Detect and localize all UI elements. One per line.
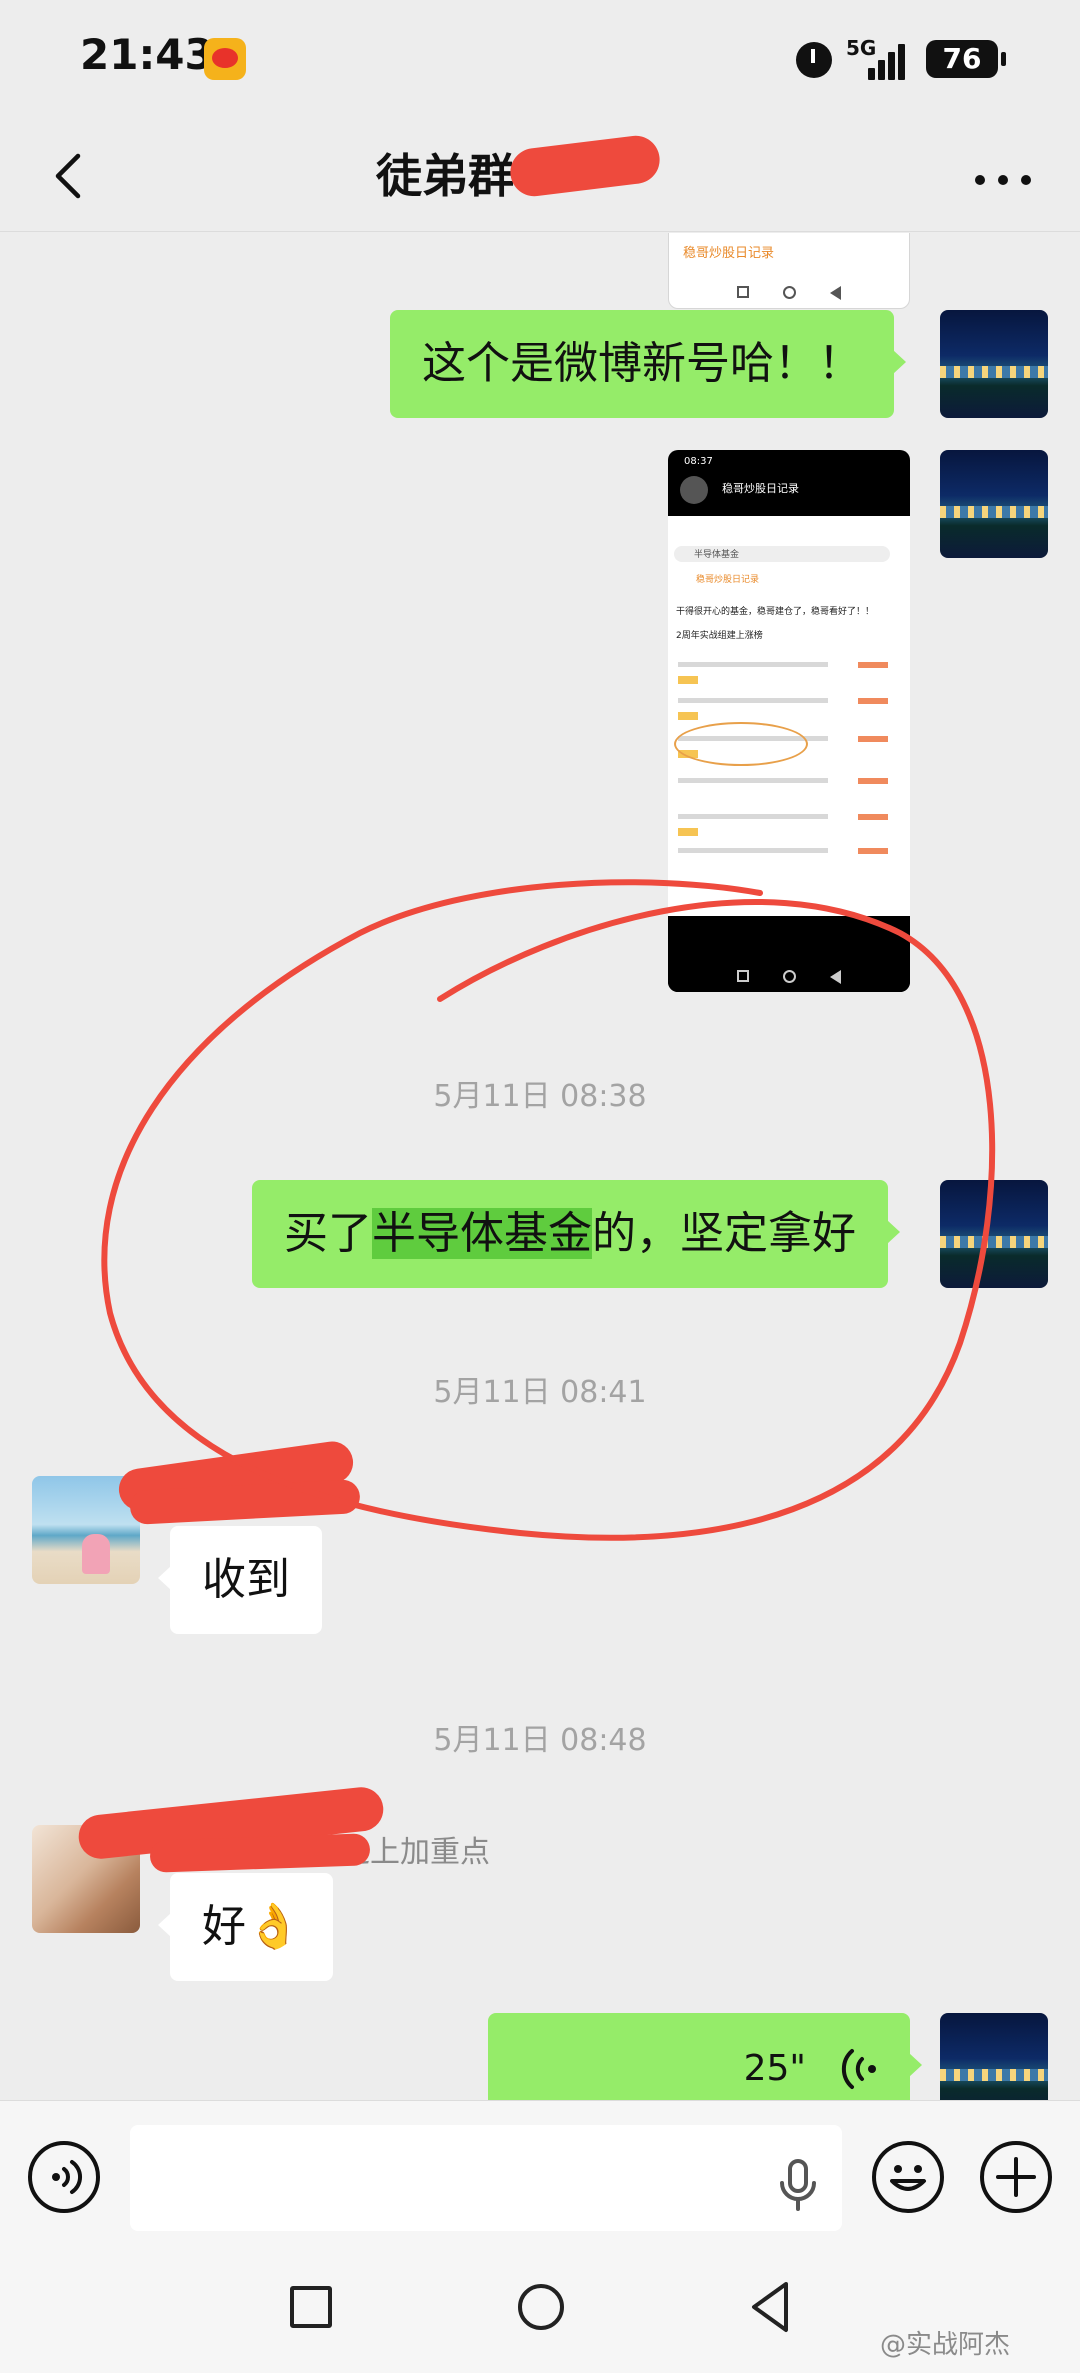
screenshot-time: 08:37	[684, 456, 713, 467]
screenshot-post-text: 干得很开心的基金，稳哥建仓了，稳哥看好了！！	[676, 607, 875, 617]
screenshot-post-subtitle: 2周年实战组建上涨榜	[676, 631, 763, 641]
avatar-self[interactable]	[940, 2013, 1048, 2100]
voice-message-bubble[interactable]: 25"	[488, 2013, 922, 2100]
voice-wave-icon	[841, 2049, 876, 2089]
image-caption: 稳哥炒股日记录	[683, 246, 775, 261]
screenshot-post-author: 稳哥炒股日记录	[696, 575, 760, 585]
timestamp: 5月11日 08:38	[433, 1079, 647, 1114]
back-icon[interactable]	[42, 148, 98, 204]
redaction-mark	[149, 1833, 371, 1873]
nav-square-icon[interactable]	[290, 2286, 332, 2328]
more-icon[interactable]	[968, 152, 1038, 208]
timestamp: 5月11日 08:41	[433, 1375, 647, 1410]
watermark: @实战阿杰	[880, 2330, 1011, 2360]
system-navigation-bar: @实战阿杰	[0, 2250, 1080, 2373]
nav-back-icon[interactable]	[748, 2280, 792, 2334]
message-text-prefix: 买了	[284, 1208, 372, 1259]
image-message-screenshot[interactable]: 08:37 稳哥炒股日记录 半导体基金 稳哥炒股日记录 干得很开心的基金，稳哥建…	[668, 450, 910, 992]
redaction-mark	[507, 133, 663, 199]
chat-title: 徒弟群	[376, 149, 514, 203]
screenshot-account: 稳哥炒股日记录	[722, 482, 799, 495]
microphone-icon[interactable]	[774, 2157, 822, 2213]
battery-indicator: 76	[926, 40, 1006, 78]
avatar-self[interactable]	[940, 1180, 1048, 1288]
message-input[interactable]	[130, 2125, 842, 2231]
input-bar	[0, 2100, 1080, 2250]
message-bubble-incoming[interactable]: 收到	[158, 1526, 322, 1634]
avatar-self[interactable]	[940, 310, 1048, 418]
status-bar: 21:43 5G 76	[0, 0, 1080, 120]
message-text: 好👌	[202, 1901, 301, 1952]
message-text: 收到	[202, 1554, 290, 1605]
status-time: 21:43	[80, 30, 214, 79]
chat-header: 徒弟群	[0, 120, 1080, 232]
plus-icon	[996, 2157, 1036, 2197]
screenshot-search: 半导体基金	[694, 550, 740, 560]
message-text-suffix: 的，坚定拿好	[592, 1208, 856, 1259]
emoji-button[interactable]	[872, 2141, 944, 2213]
voice-toggle-button[interactable]	[28, 2141, 100, 2213]
highlighted-text: 半导体基金	[372, 1208, 592, 1259]
message-text: 这个是微博新号哈！！	[422, 338, 862, 389]
emoji-icon	[890, 2165, 926, 2191]
timestamp: 5月11日 08:48	[433, 1723, 647, 1758]
message-bubble-outgoing[interactable]: 这个是微博新号哈！！	[390, 310, 906, 418]
signal-icon	[868, 40, 910, 80]
message-bubble-outgoing[interactable]: 买了半导体基金的，坚定拿好	[252, 1180, 900, 1288]
more-functions-button[interactable]	[980, 2141, 1052, 2213]
nav-home-icon[interactable]	[518, 2284, 564, 2330]
voice-wave-icon	[52, 2160, 82, 2194]
chat-messages[interactable]: 稳哥炒股日记录 这个是微博新号哈！！ 08:37 稳哥炒股日记录 半导体基金 稳…	[0, 233, 1080, 2100]
image-message-partial[interactable]: 稳哥炒股日记录	[668, 233, 910, 309]
voice-duration: 25"	[743, 2048, 806, 2089]
message-bubble-incoming[interactable]: 好👌	[158, 1873, 333, 1981]
alarm-icon	[796, 42, 832, 78]
avatar-self[interactable]	[940, 450, 1048, 558]
weibo-notification-icon	[204, 38, 246, 80]
